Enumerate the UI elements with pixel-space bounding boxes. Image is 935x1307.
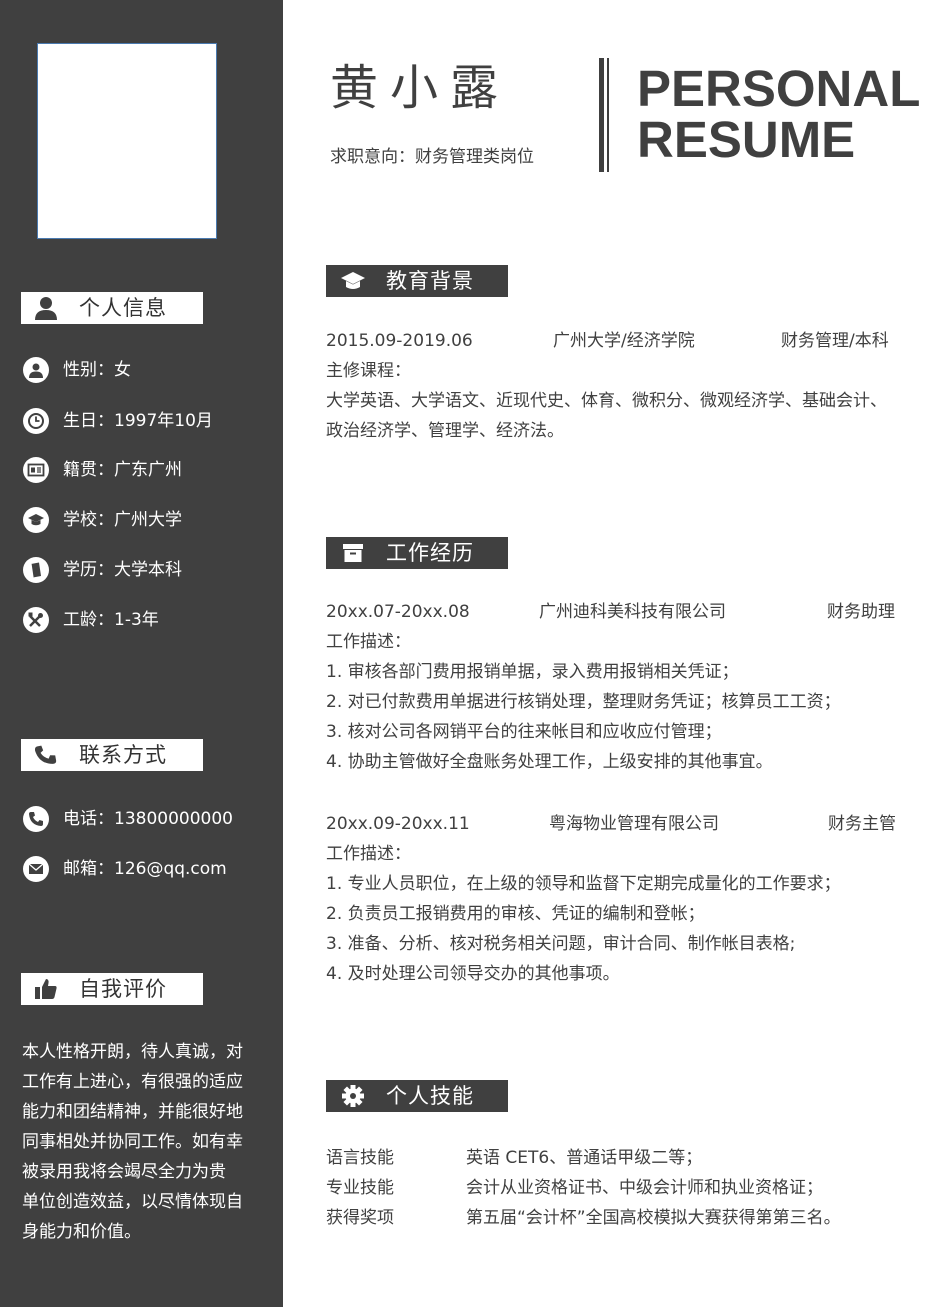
self-eval-line: 被录用我将会竭尽全力为贵 [22, 1162, 226, 1182]
self-eval-line: 工作有上进心，有很强的适应 [22, 1072, 243, 1092]
mail-icon [23, 856, 49, 882]
id-card-icon [23, 457, 49, 483]
contact-email-text[interactable]: 邮箱：126@qq.com [63, 858, 227, 880]
gear-icon [342, 1085, 364, 1107]
skill-label: 专业技能 [326, 1178, 394, 1198]
skills-title: 个人技能 [386, 1084, 474, 1108]
self-eval-line: 本人性格开朗，待人真诚，对 [22, 1042, 243, 1062]
skill-value: 会计从业资格证书、中级会计师和执业资格证； [466, 1178, 823, 1198]
info-hometown-text: 籍贯：广东广州 [63, 460, 182, 480]
self-eval-line: 单位创造效益，以尽情体现自 [22, 1192, 243, 1212]
self-eval-line: 身能力和价值。 [22, 1222, 141, 1242]
candidate-name: 黄小露 [330, 60, 511, 116]
skill-label: 语言技能 [326, 1148, 394, 1168]
personal-info-title: 个人信息 [79, 296, 167, 320]
clock-icon [23, 408, 49, 434]
sidebar: 个人信息 性别：女 生日：1997年10月 籍贯：广东广州 学校：广州大学 学历… [0, 0, 283, 1307]
job-period: 20xx.09-20xx.11 [326, 814, 470, 834]
edu-courses-label: 主修课程： [326, 361, 411, 381]
personal-info-header: 个人信息 [21, 292, 203, 324]
self-eval-text: 本人性格开朗，待人真诚，对 工作有上进心，有很强的适应 能力和团结精神，并能很好… [22, 1037, 254, 1247]
job-duty: 2. 负责员工报销费用的审核、凭证的编制和登帐； [326, 904, 705, 924]
skill-label: 获得奖项 [326, 1208, 394, 1228]
job-duty: 1. 专业人员职位，在上级的领导和监督下定期完成量化的工作要求； [326, 874, 841, 894]
edu-courses-line: 大学英语、大学语文、近现代史、体育、微积分、微观经济学、基础会计、 [326, 391, 887, 411]
job-position: 财务助理 [827, 602, 895, 622]
user-icon [23, 357, 49, 383]
job-period: 20xx.07-20xx.08 [326, 602, 470, 622]
title-divider [607, 58, 609, 172]
edu-period: 2015.09-2019.06 [326, 331, 473, 351]
skill-value: 第五届“会计杯”全国高校模拟大赛获得第第三名。 [466, 1208, 841, 1228]
resume-title-line2: RESUME [637, 111, 856, 168]
skills-header: 个人技能 [326, 1080, 508, 1112]
job-duty: 4. 协助主管做好全盘账务处理工作，上级安排的其他事宜。 [326, 752, 773, 772]
info-school-text: 学校：广州大学 [63, 510, 182, 530]
graduation-cap-icon [341, 272, 365, 289]
user-icon [35, 297, 57, 320]
job-duty: 1. 审核各部门费用报销单据，录入费用报销相关凭证； [326, 662, 739, 682]
edu-major: 财务管理/本科 [781, 331, 889, 351]
edu-school: 广州大学/经济学院 [553, 331, 695, 351]
contact-title: 联系方式 [79, 743, 167, 767]
work-title: 工作经历 [386, 541, 474, 565]
thumbs-up-icon [35, 979, 57, 999]
job-company: 粤海物业管理有限公司 [549, 814, 719, 834]
job-intent: 求职意向：财务管理类岗位 [330, 147, 534, 167]
resume-title-line1: PERSONAL [637, 60, 921, 117]
job-duty: 2. 对已付款费用单据进行核销处理，整理财务凭证；核算员工工资； [326, 692, 841, 712]
job-duty: 3. 核对公司各网销平台的往来帐目和应收应付管理； [326, 722, 722, 742]
tools-icon [23, 607, 49, 633]
phone-icon [34, 745, 57, 764]
phone-icon [23, 806, 49, 832]
skill-value: 英语 CET6、普通话甲级二等； [466, 1148, 703, 1168]
self-eval-line: 同事相处并协同工作。如有幸 [22, 1132, 243, 1152]
education-title: 教育背景 [386, 269, 474, 293]
self-eval-title: 自我评价 [79, 977, 167, 1001]
book-icon [23, 557, 49, 583]
info-education-text: 学历：大学本科 [63, 560, 182, 580]
title-divider [599, 58, 604, 172]
job-duty: 3. 准备、分析、核对税务相关问题，审计合同、制作帐目表格; [326, 934, 796, 954]
contact-header: 联系方式 [21, 739, 203, 771]
info-gender-text: 性别：女 [63, 360, 131, 380]
archive-icon [343, 544, 363, 562]
job-position: 财务主管 [828, 814, 896, 834]
edu-courses-line: 政治经济学、管理学、经济法。 [326, 421, 564, 441]
info-experience-text: 工龄：1-3年 [63, 610, 159, 630]
resume-title: PERSONAL RESUME [637, 63, 920, 165]
self-eval-line: 能力和团结精神，并能很好地 [22, 1102, 243, 1122]
job-duty: 4. 及时处理公司领导交办的其他事项。 [326, 964, 620, 984]
graduation-cap-icon [23, 507, 49, 533]
contact-phone-text[interactable]: 电话：13800000000 [63, 808, 233, 830]
job-company: 广州迪科美科技有限公司 [539, 602, 726, 622]
profile-photo[interactable] [37, 43, 217, 239]
education-header: 教育背景 [326, 265, 508, 297]
work-header: 工作经历 [326, 537, 508, 569]
info-birthday-text: 生日：1997年10月 [63, 411, 213, 431]
self-eval-header: 自我评价 [21, 973, 203, 1005]
job-desc-label: 工作描述： [326, 632, 411, 652]
job-desc-label: 工作描述： [326, 844, 411, 864]
